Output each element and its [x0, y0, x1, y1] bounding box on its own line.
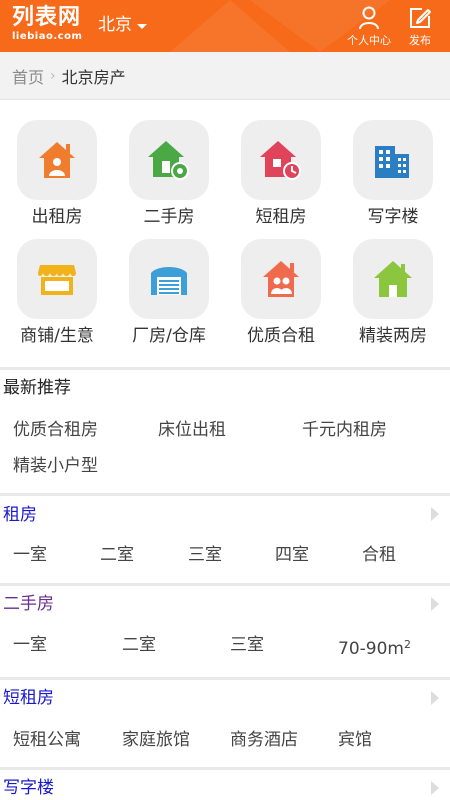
category-label: 二手房: [143, 207, 195, 227]
category-icon-box: [353, 120, 433, 200]
shortrent-link[interactable]: 家庭旅馆: [122, 729, 190, 751]
secondhand-link[interactable]: 一室: [13, 634, 47, 656]
secondhand-link[interactable]: 二室: [122, 634, 156, 656]
rent-link[interactable]: 一室: [13, 544, 47, 566]
category-label: 写字楼: [367, 207, 419, 227]
recommend-title: 最新推荐: [3, 378, 71, 398]
area-sup: 2: [403, 638, 411, 651]
post-button[interactable]: 发布: [400, 6, 440, 48]
category-icon-box: [241, 120, 321, 200]
category-warehouse[interactable]: 厂房/仓库: [113, 239, 225, 347]
storefront-icon: [38, 265, 76, 295]
logo-text-cn: 列表网: [12, 5, 82, 30]
city-name: 北京: [98, 15, 132, 35]
category-share[interactable]: 优质合租: [225, 239, 337, 347]
chevron-right-icon[interactable]: [428, 689, 442, 707]
category-icon-box: [129, 120, 209, 200]
user-center-button[interactable]: 个人中心: [343, 6, 395, 48]
user-center-label: 个人中心: [347, 34, 391, 47]
category-icon-box: [353, 239, 433, 319]
section-title-office[interactable]: 写字楼: [3, 777, 54, 799]
green-house-icon: [374, 261, 412, 297]
category-label: 厂房/仓库: [132, 326, 206, 346]
top-header: 列表网 liebiao.com 北京 个人中心 发布: [0, 0, 450, 52]
recommend-link[interactable]: 精装小户型: [13, 455, 98, 477]
category-icon-box: [17, 239, 97, 319]
chevron-right-icon[interactable]: [428, 505, 442, 523]
rent-link[interactable]: 合租: [362, 544, 396, 566]
section-title-shortrent[interactable]: 短租房: [3, 687, 54, 709]
rent-link[interactable]: 二室: [100, 544, 134, 566]
section-divider: [0, 767, 450, 770]
house-clock-icon: [260, 141, 301, 180]
section-title-rent[interactable]: 租房: [3, 504, 37, 526]
edit-icon: [410, 8, 431, 28]
section-divider: [0, 583, 450, 586]
category-office[interactable]: 写字楼: [337, 120, 449, 228]
chevron-right-icon: ›: [50, 67, 56, 84]
shortrent-link[interactable]: 宾馆: [338, 729, 372, 751]
category-label: 优质合租: [247, 326, 315, 346]
category-icon-box: [241, 239, 321, 319]
rent-link[interactable]: 三室: [188, 544, 222, 566]
recommend-link[interactable]: 千元内租房: [302, 419, 387, 441]
secondhand-area-link[interactable]: 70-90m2: [338, 638, 411, 660]
house-person-icon: [39, 142, 75, 178]
breadcrumb: 首页 › 北京房产: [0, 52, 450, 100]
section-divider: [0, 677, 450, 680]
section-divider: [0, 493, 450, 496]
chevron-right-icon[interactable]: [428, 595, 442, 613]
category-secondhand[interactable]: 二手房: [113, 120, 225, 228]
category-label: 短租房: [255, 207, 307, 227]
chevron-right-icon[interactable]: [428, 779, 442, 797]
logo-text-en: liebiao.com: [12, 31, 83, 42]
house-circle-icon: [148, 141, 189, 180]
category-grid: 出租房 二手房 短租房 写字楼 商铺/生意 厂房/仓库 优质合租 精装两房: [0, 112, 450, 367]
category-label: 出租房: [31, 207, 83, 227]
post-label: 发布: [409, 34, 431, 47]
warehouse-icon: [151, 267, 187, 295]
user-icon: [359, 6, 379, 30]
shortrent-link[interactable]: 短租公寓: [13, 729, 81, 751]
category-label: 商铺/生意: [20, 326, 94, 346]
site-logo[interactable]: 列表网 liebiao.com: [12, 5, 92, 47]
recommend-link[interactable]: 优质合租房: [13, 419, 98, 441]
category-decorated[interactable]: 精装两房: [337, 239, 449, 347]
breadcrumb-current: 北京房产: [61, 67, 126, 87]
city-selector[interactable]: 北京: [98, 13, 147, 37]
area-value: 70-90m: [338, 639, 404, 659]
category-rent[interactable]: 出租房: [1, 120, 113, 228]
section-divider: [0, 367, 450, 370]
shortrent-link[interactable]: 商务酒店: [230, 729, 298, 751]
category-shop[interactable]: 商铺/生意: [1, 239, 113, 347]
rent-link[interactable]: 四室: [275, 544, 309, 566]
category-icon-box: [129, 239, 209, 319]
category-shortrent[interactable]: 短租房: [225, 120, 337, 228]
category-icon-box: [17, 120, 97, 200]
recommend-link[interactable]: 床位出租: [158, 419, 226, 441]
category-label: 精装两房: [359, 326, 427, 346]
office-building-icon: [375, 146, 409, 178]
secondhand-link[interactable]: 三室: [230, 634, 264, 656]
caret-down-icon: [137, 23, 147, 29]
section-title-secondhand[interactable]: 二手房: [3, 593, 54, 615]
house-people-icon: [263, 261, 299, 297]
breadcrumb-home-link[interactable]: 首页: [12, 64, 44, 88]
